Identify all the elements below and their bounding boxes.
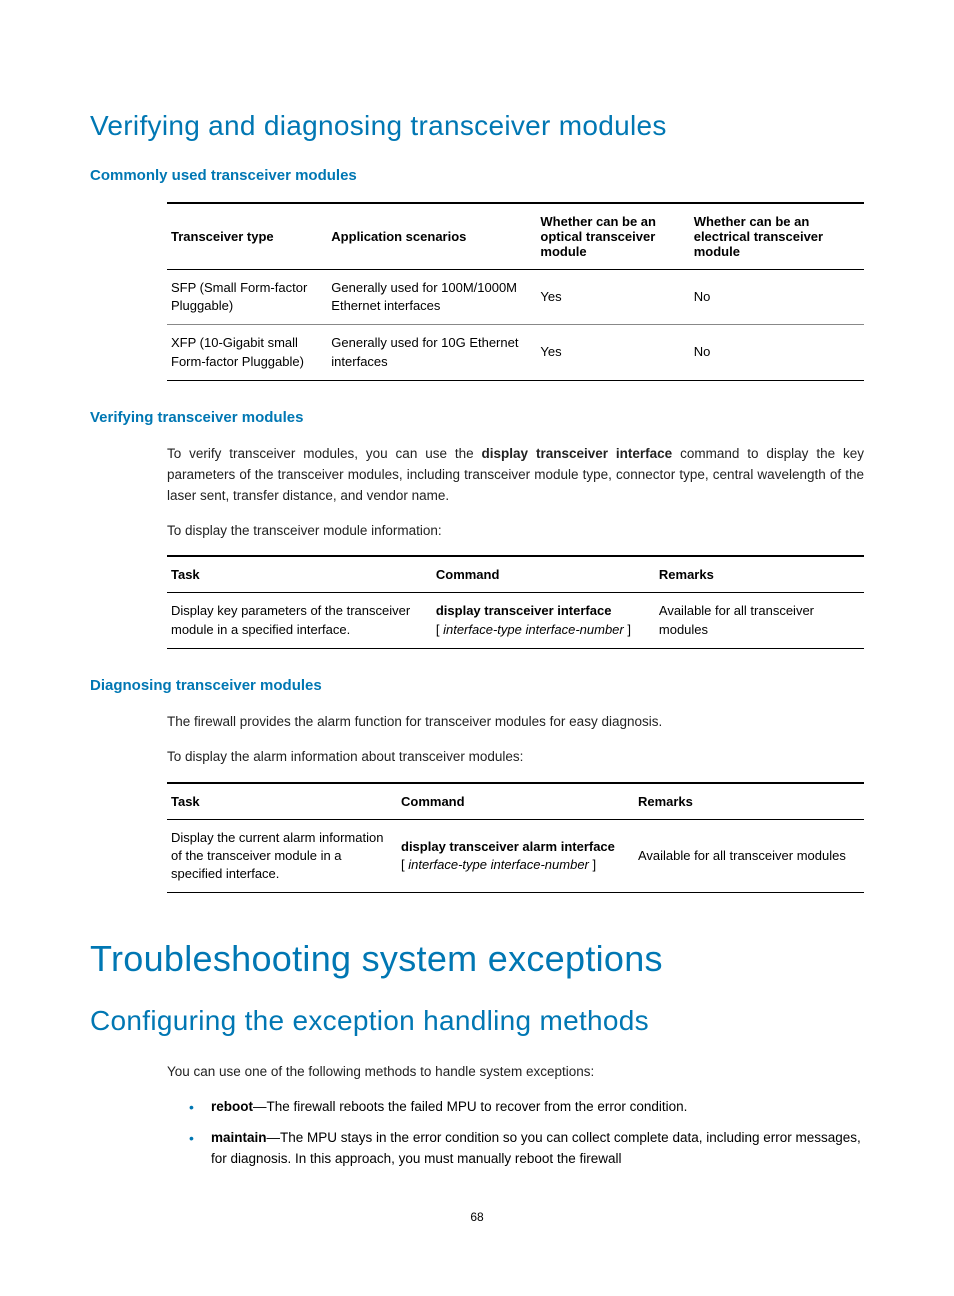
- command-italic: interface-type interface-number: [443, 622, 624, 637]
- exception-methods-list: reboot—The firewall reboots the failed M…: [167, 1097, 864, 1170]
- col-header-electrical: Whether can be an electrical transceiver…: [690, 203, 864, 270]
- col-header-optical: Whether can be an optical transceiver mo…: [536, 203, 689, 270]
- exception-body: You can use one of the following methods…: [167, 1062, 864, 1170]
- verifying-body: To verify transceiver modules, you can u…: [167, 444, 864, 649]
- paragraph-verify-intro: To verify transceiver modules, you can u…: [167, 444, 864, 507]
- cell-command: display transceiver alarm interface [ in…: [397, 819, 634, 893]
- cell-scenarios: Generally used for 10G Ethernet interfac…: [327, 325, 536, 380]
- cell-optical: Yes: [536, 270, 689, 325]
- chapter-title-troubleshooting: Troubleshooting system exceptions: [90, 938, 864, 980]
- paragraph-exception-lead: You can use one of the following methods…: [167, 1062, 864, 1083]
- table-row: SFP (Small Form-factor Pluggable) Genera…: [167, 270, 864, 325]
- cell-electrical: No: [690, 325, 864, 380]
- table-row: XFP (10-Gigabit small Form-factor Plugga…: [167, 325, 864, 380]
- col-header-scenarios: Application scenarios: [327, 203, 536, 270]
- section-title-verifying: Verifying and diagnosing transceiver mod…: [90, 110, 864, 142]
- subheading-verifying: Verifying transceiver modules: [90, 409, 864, 426]
- cell-remarks: Available for all transceiver modules: [655, 593, 864, 648]
- paragraph-verify-lead: To display the transceiver module inform…: [167, 521, 864, 542]
- verify-command-table: Task Command Remarks Display key paramet…: [167, 555, 864, 648]
- subheading-diagnosing: Diagnosing transceiver modules: [90, 677, 864, 694]
- cell-task: Display key parameters of the transceive…: [167, 593, 432, 648]
- col-header-remarks: Remarks: [634, 783, 864, 820]
- col-header-command: Command: [432, 556, 655, 593]
- table-header-row: Transceiver type Application scenarios W…: [167, 203, 864, 270]
- table-row: Display key parameters of the transceive…: [167, 593, 864, 648]
- command-name: display transceiver interface: [482, 446, 673, 461]
- col-header-command: Command: [397, 783, 634, 820]
- bullet-term: maintain: [211, 1130, 267, 1145]
- diagnose-command-table: Task Command Remarks Display the current…: [167, 782, 864, 894]
- page-content: Verifying and diagnosing transceiver mod…: [0, 0, 954, 1274]
- page-number: 68: [90, 1210, 864, 1224]
- cell-task: Display the current alarm information of…: [167, 819, 397, 893]
- subheading-common-modules: Commonly used transceiver modules: [90, 167, 864, 184]
- cell-type: SFP (Small Form-factor Pluggable): [167, 270, 327, 325]
- table-row: Display the current alarm information of…: [167, 819, 864, 893]
- cell-remarks: Available for all transceiver modules: [634, 819, 864, 893]
- section-title-exception-methods: Configuring the exception handling metho…: [90, 1005, 864, 1037]
- transceiver-types-table: Transceiver type Application scenarios W…: [167, 202, 864, 381]
- paragraph-diagnose-intro: The firewall provides the alarm function…: [167, 712, 864, 733]
- bullet-text: —The firewall reboots the failed MPU to …: [253, 1099, 687, 1114]
- table-block-1: Transceiver type Application scenarios W…: [167, 202, 864, 381]
- command-bold: display transceiver alarm interface: [401, 839, 615, 854]
- diagnosing-body: The firewall provides the alarm function…: [167, 712, 864, 893]
- command-italic: interface-type interface-number: [408, 857, 589, 872]
- cell-scenarios: Generally used for 100M/1000M Ethernet i…: [327, 270, 536, 325]
- command-bold: display transceiver interface: [436, 603, 612, 618]
- table-header-row: Task Command Remarks: [167, 556, 864, 593]
- col-header-remarks: Remarks: [655, 556, 864, 593]
- col-header-task: Task: [167, 783, 397, 820]
- list-item: reboot—The firewall reboots the failed M…: [197, 1097, 864, 1118]
- text-span: To verify transceiver modules, you can u…: [167, 446, 482, 461]
- table-header-row: Task Command Remarks: [167, 783, 864, 820]
- col-header-type: Transceiver type: [167, 203, 327, 270]
- cell-electrical: No: [690, 270, 864, 325]
- cell-command: display transceiver interface [ interfac…: [432, 593, 655, 648]
- bullet-text: —The MPU stays in the error condition so…: [211, 1130, 861, 1166]
- bullet-term: reboot: [211, 1099, 253, 1114]
- cell-optical: Yes: [536, 325, 689, 380]
- list-item: maintain—The MPU stays in the error cond…: [197, 1128, 864, 1170]
- cell-type: XFP (10-Gigabit small Form-factor Plugga…: [167, 325, 327, 380]
- col-header-task: Task: [167, 556, 432, 593]
- paragraph-diagnose-lead: To display the alarm information about t…: [167, 747, 864, 768]
